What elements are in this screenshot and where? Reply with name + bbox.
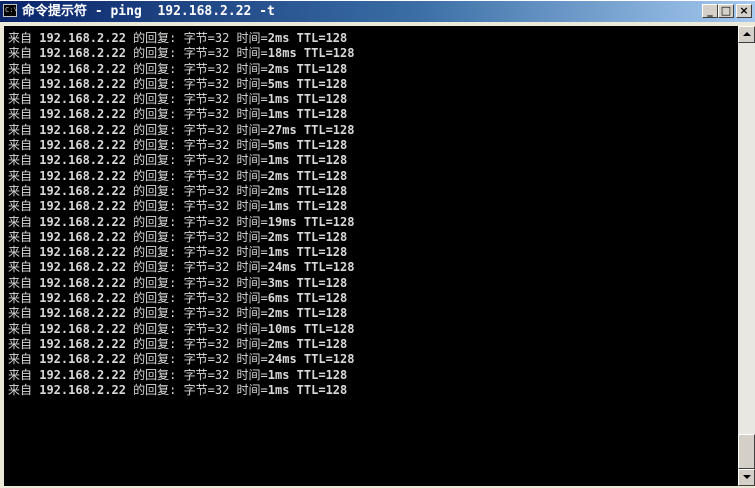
ping-reply-line: 来自 192.168.2.22 的回复: 字节=32 时间=2ms TTL=12… [8, 336, 348, 351]
close-button[interactable]: × [736, 4, 752, 18]
ping-reply-line: 来自 192.168.2.22 的回复: 字节=32 时间=2ms TTL=12… [8, 168, 348, 183]
ping-reply-line: 来自 192.168.2.22 的回复: 字节=32 时间=19ms TTL=1… [8, 214, 355, 229]
command-prompt-window: C:\ 命令提示符 - ping 192.168.2.22 -t _ □ × 来… [0, 0, 755, 488]
ping-reply-line: 来自 192.168.2.22 的回复: 字节=32 时间=2ms TTL=12… [8, 61, 348, 76]
ping-reply-line: 来自 192.168.2.22 的回复: 字节=32 时间=1ms TTL=12… [8, 107, 348, 122]
ping-reply-line: 来自 192.168.2.22 的回复: 字节=32 时间=24ms TTL=1… [8, 260, 355, 275]
console-icon[interactable]: C:\ [3, 4, 17, 17]
scroll-up-button[interactable] [738, 26, 755, 43]
title-bar[interactable]: C:\ 命令提示符 - ping 192.168.2.22 -t _ □ × [0, 1, 755, 22]
scroll-thumb[interactable] [738, 434, 755, 469]
ping-reply-line: 来自 192.168.2.22 的回复: 字节=32 时间=3ms TTL=12… [8, 275, 348, 290]
arrow-up-icon [743, 32, 751, 36]
ping-reply-line: 来自 192.168.2.22 的回复: 字节=32 时间=2ms TTL=12… [8, 229, 348, 244]
ping-reply-line: 来自 192.168.2.22 的回复: 字节=32 时间=1ms TTL=12… [8, 92, 348, 107]
ping-reply-line: 来自 192.168.2.22 的回复: 字节=32 时间=1ms TTL=12… [8, 367, 348, 382]
ping-reply-line: 来自 192.168.2.22 的回复: 字节=32 时间=5ms TTL=12… [8, 138, 348, 153]
ping-reply-line: 来自 192.168.2.22 的回复: 字节=32 时间=2ms TTL=12… [8, 306, 348, 321]
arrow-down-icon [743, 475, 751, 479]
vertical-scrollbar[interactable] [738, 26, 755, 486]
ping-reply-line: 来自 192.168.2.22 的回复: 字节=32 时间=5ms TTL=12… [8, 76, 348, 91]
ping-reply-line: 来自 192.168.2.22 的回复: 字节=32 时间=2ms TTL=12… [8, 183, 348, 198]
minimize-button[interactable]: _ [702, 4, 718, 18]
ping-reply-line: 来自 192.168.2.22 的回复: 字节=32 时间=10ms TTL=1… [8, 321, 355, 336]
ping-reply-line: 来自 192.168.2.22 的回复: 字节=32 时间=1ms TTL=12… [8, 199, 348, 214]
ping-reply-line: 来自 192.168.2.22 的回复: 字节=32 时间=2ms TTL=12… [8, 31, 348, 45]
ping-reply-line: 来自 192.168.2.22 的回复: 字节=32 时间=24ms TTL=1… [8, 352, 355, 367]
ping-reply-line: 来自 192.168.2.22 的回复: 字节=32 时间=1ms TTL=12… [8, 382, 348, 397]
maximize-button[interactable]: □ [718, 4, 734, 18]
ping-reply-line: 来自 192.168.2.22 的回复: 字节=32 时间=1ms TTL=12… [8, 245, 348, 260]
console-output[interactable]: 来自 192.168.2.22 的回复: 字节=32 时间=2ms TTL=12… [4, 26, 738, 486]
ping-reply-line: 来自 192.168.2.22 的回复: 字节=32 时间=1ms TTL=12… [8, 153, 348, 168]
console-lines: 来自 192.168.2.22 的回复: 字节=32 时间=2ms TTL=12… [8, 31, 354, 398]
ping-reply-line: 来自 192.168.2.22 的回复: 字节=32 时间=27ms TTL=1… [8, 122, 355, 137]
ping-reply-line: 来自 192.168.2.22 的回复: 字节=32 时间=6ms TTL=12… [8, 291, 348, 306]
ping-reply-line: 来自 192.168.2.22 的回复: 字节=32 时间=18ms TTL=1… [8, 46, 355, 61]
window-title: 命令提示符 - ping 192.168.2.22 -t [22, 4, 275, 19]
scroll-down-button[interactable] [738, 469, 755, 486]
